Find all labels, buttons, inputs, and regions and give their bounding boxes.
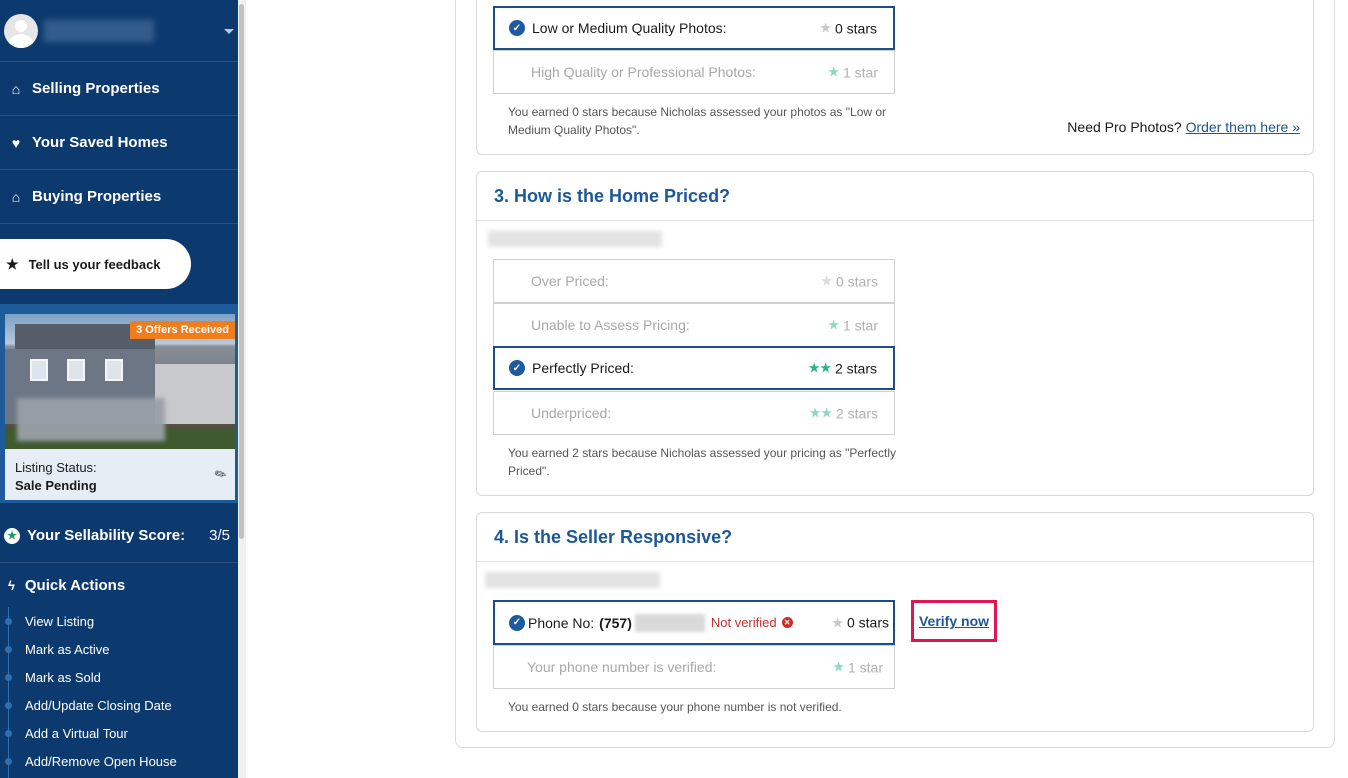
photos-note: You earned 0 stars because Nicholas asse…: [508, 105, 887, 137]
feedback-button[interactable]: ★ Tell us your feedback: [0, 239, 191, 289]
option-underpriced[interactable]: Underpriced: ★★ 2 stars: [493, 391, 895, 435]
redacted-text: [485, 572, 660, 588]
option-label: Perfectly Priced:: [532, 360, 634, 376]
pro-photos-text: Need Pro Photos?: [1067, 119, 1182, 135]
option-over-priced[interactable]: Over Priced: ★ 0 stars: [493, 259, 895, 303]
star-icon: ★: [827, 316, 840, 333]
option-phone-number[interactable]: ✓ Phone No: (757) Not verified ✕ ★ 0 stars: [493, 600, 895, 645]
option-high-quality-photos[interactable]: High Quality or Professional Photos: ★ 1 …: [493, 50, 895, 94]
nav-label: Selling Properties: [32, 80, 160, 97]
home-icon: ⌂: [11, 188, 21, 205]
sidebar: ⌂ Selling Properties ♥ Your Saved Homes …: [0, 0, 238, 778]
option-label: Underpriced:: [531, 405, 612, 421]
option-perfectly-priced[interactable]: ✓ Perfectly Priced: ★★ 2 stars: [493, 346, 895, 390]
bolt-icon: ϟ: [8, 578, 15, 593]
listing-status: Listing Status: Sale Pending: [15, 459, 97, 495]
star-count: 1 star: [847, 659, 883, 675]
star-icon: ★: [832, 658, 845, 675]
option-label: Low or Medium Quality Photos:: [532, 20, 727, 36]
listing-card[interactable]: 3 Offers Received Listing Status: Sale P…: [0, 304, 238, 503]
nav-selling-properties[interactable]: ⌂ Selling Properties: [0, 62, 238, 116]
qa-virtual-tour[interactable]: Add a Virtual Tour: [0, 719, 238, 747]
paperclip-icon[interactable]: ✎: [212, 464, 231, 485]
qa-closing-date[interactable]: Add/Update Closing Date: [0, 691, 238, 719]
listing-status-value: Sale Pending: [15, 478, 97, 493]
sellability-score[interactable]: ★ Your Sellability Score: 3/5: [0, 509, 238, 563]
option-unable-to-assess[interactable]: Unable to Assess Pricing: ★ 1 star: [493, 303, 895, 347]
nav-label: Your Saved Homes: [32, 134, 168, 151]
offers-badge: 3 Offers Received: [130, 321, 235, 339]
qa-view-listing[interactable]: View Listing: [0, 607, 238, 635]
qa-open-house[interactable]: Add/Remove Open House: [0, 747, 238, 775]
star-icon: ★★: [808, 404, 833, 421]
avatar: [4, 13, 38, 48]
phone-number-redacted: [634, 613, 705, 632]
heart-icon: ♥: [11, 134, 21, 151]
option-low-medium-photos[interactable]: ✓ Low or Medium Quality Photos: ★ 0 stars: [493, 6, 895, 50]
pricing-note: You earned 2 stars because Nicholas asse…: [508, 446, 897, 478]
star-icon: ★: [820, 272, 833, 289]
verify-now-link[interactable]: Verify now: [919, 613, 989, 629]
star-count: 2 stars: [835, 405, 878, 421]
phone-prefix: (757): [599, 614, 632, 631]
not-verified-badge: Not verified ✕: [711, 615, 793, 630]
check-circle-icon: ✓: [509, 360, 525, 376]
star-count: 0 stars: [846, 614, 889, 631]
qa-mark-sold[interactable]: Mark as Sold: [0, 663, 238, 691]
user-menu[interactable]: [0, 0, 238, 62]
phone-label: Phone No:: [528, 614, 595, 631]
option-label: High Quality or Professional Photos:: [531, 64, 756, 80]
listing-photo[interactable]: 3 Offers Received: [5, 314, 235, 449]
nav-saved-homes[interactable]: ♥ Your Saved Homes: [0, 116, 238, 170]
feedback-wrapper: ★ Tell us your feedback: [0, 224, 238, 304]
listing-status-label: Listing Status:: [15, 460, 97, 475]
sidebar-scrollbar[interactable]: [238, 0, 246, 778]
option-phone-verified[interactable]: Your phone number is verified: ★ 1 star: [493, 645, 895, 689]
quick-actions-label: Quick Actions: [24, 577, 126, 594]
star-count: 0 stars: [834, 20, 877, 36]
redacted-text: [488, 231, 662, 247]
pro-photos-prompt: Need Pro Photos? Order them here »: [1067, 119, 1300, 135]
scrollbar-thumb[interactable]: [239, 4, 244, 539]
chevron-down-icon[interactable]: [224, 29, 234, 34]
score-value: 3/5: [209, 527, 230, 544]
check-circle-icon: ✓: [509, 20, 525, 36]
star-count: 0 stars: [835, 273, 878, 289]
listing-address-redacted: [17, 398, 165, 441]
option-label: Unable to Assess Pricing:: [531, 317, 690, 333]
star-count: 1 star: [842, 64, 878, 80]
option-label: Your phone number is verified:: [527, 659, 717, 675]
verify-now-highlight: Verify now: [911, 600, 997, 642]
section-title: 4. Is the Seller Responsive?: [477, 513, 1313, 562]
nav-label: Buying Properties: [32, 188, 162, 205]
listing-card-inner: 3 Offers Received Listing Status: Sale P…: [5, 314, 235, 500]
section-title: 3. How is the Home Priced?: [477, 172, 1313, 221]
quick-actions-title: ϟ Quick Actions: [8, 577, 125, 594]
star-icon: ★★: [807, 359, 832, 376]
star-icon: ★: [827, 63, 840, 80]
score-label: Your Sellability Score:: [27, 527, 186, 544]
star-circle-icon: ★: [4, 527, 20, 544]
nav-buying-properties[interactable]: ⌂ Buying Properties: [0, 170, 238, 224]
option-label: Over Priced:: [531, 273, 609, 289]
quick-actions-list: View Listing Mark as Active Mark as Sold…: [0, 607, 238, 778]
responsive-note: You earned 0 stars because your phone nu…: [508, 700, 842, 714]
star-count: 1 star: [842, 317, 878, 333]
star-count: 2 stars: [834, 360, 877, 376]
star-icon: ★: [6, 255, 19, 272]
qa-mark-active[interactable]: Mark as Active: [0, 635, 238, 663]
star-icon: ★: [819, 19, 832, 36]
check-circle-icon: ✓: [509, 614, 525, 631]
star-icon: ★: [831, 614, 844, 630]
x-circle-icon: ✕: [781, 617, 793, 628]
order-photos-link[interactable]: Order them here »: [1186, 119, 1300, 135]
home-icon: ⌂: [11, 80, 21, 97]
feedback-label: Tell us your feedback: [28, 256, 161, 272]
user-name-redacted: [44, 19, 154, 42]
